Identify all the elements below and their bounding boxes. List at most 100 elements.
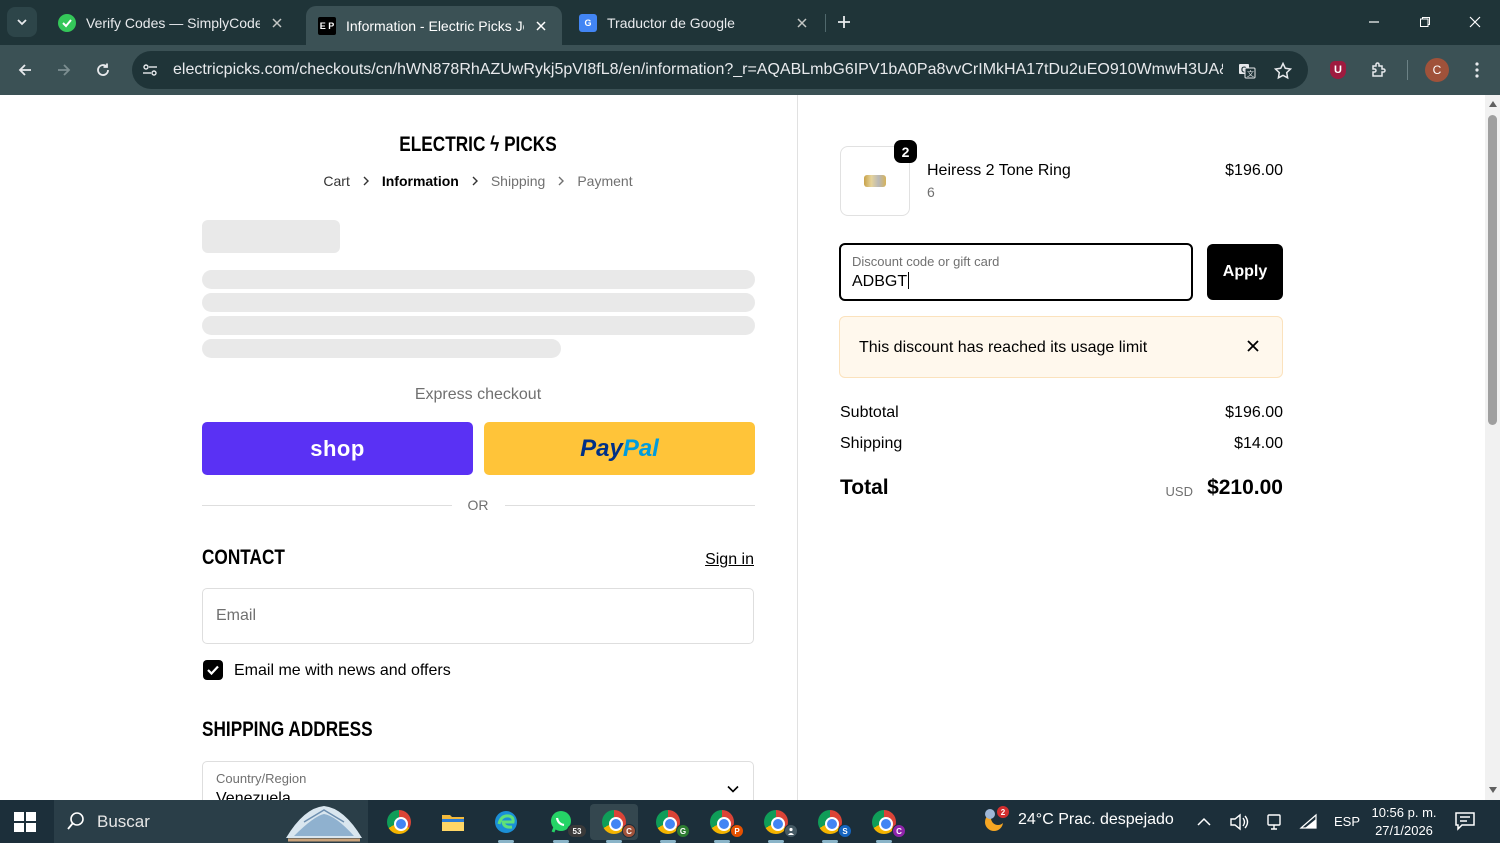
contact-heading: CONTACT [202, 546, 285, 569]
scrollbar-thumb[interactable] [1488, 115, 1497, 425]
restore-button[interactable] [1413, 10, 1437, 34]
profile-badge: P [730, 824, 744, 838]
plus-icon [838, 16, 850, 28]
toolbar-divider [1407, 60, 1408, 80]
forward-button[interactable] [51, 57, 77, 83]
whatsapp-unread-badge: 53 [567, 824, 587, 838]
breadcrumb-payment: Payment [577, 173, 633, 189]
profile-user-icon [784, 824, 798, 838]
breadcrumb-cart[interactable]: Cart [323, 173, 349, 189]
close-icon[interactable] [532, 17, 550, 35]
taskbar-whatsapp[interactable]: 53 [537, 804, 587, 843]
chevron-right-icon [471, 176, 479, 186]
discount-code-input[interactable]: Discount code or gift card ADBGT [839, 243, 1193, 301]
apply-label: Apply [1222, 263, 1268, 280]
search-placeholder: Buscar [97, 812, 150, 831]
windows-start-icon[interactable] [14, 812, 36, 832]
new-tab-button[interactable] [832, 10, 856, 34]
tab-search-button[interactable] [7, 7, 37, 37]
divider-line [505, 505, 755, 506]
taskbar-edge[interactable] [482, 804, 530, 843]
tab-electricpicks[interactable]: E P Information - Electric Picks Jewelry [306, 6, 562, 45]
loading-skeleton [202, 293, 755, 312]
chevron-right-icon [362, 176, 370, 186]
show-hidden-icons-chevron-up-icon[interactable] [1194, 812, 1214, 832]
tab-google-translate[interactable]: G Traductor de Google [567, 0, 823, 45]
chevron-down-icon [727, 780, 739, 798]
taskbar-chrome-profile-g[interactable]: G [644, 804, 692, 843]
ublock-extension-icon[interactable]: U [1325, 57, 1351, 83]
simplycodes-icon [58, 13, 76, 32]
breadcrumb-shipping: Shipping [490, 173, 546, 189]
breadcrumb: Cart Information Shipping Payment [202, 173, 754, 189]
tab-simplycodes[interactable]: Verify Codes — SimplyCodes [46, 0, 298, 45]
clock-date: 27/1/2026 [1375, 823, 1433, 838]
weather-alert-badge: 2 [996, 805, 1010, 819]
taskbar-chrome-profile-c[interactable]: C [590, 804, 638, 843]
close-window-button[interactable] [1463, 10, 1487, 34]
newsletter-label[interactable]: Email me with news and offers [234, 662, 451, 680]
page-scrollbar[interactable] [1485, 95, 1500, 800]
loading-skeleton [202, 339, 561, 358]
url-text[interactable]: electricpicks.com/checkouts/cn/hWN878RhA… [173, 61, 1223, 79]
sign-in-link[interactable]: Sign in [690, 551, 754, 569]
taskbar-chrome[interactable] [375, 804, 423, 840]
input-language[interactable]: ESP [1334, 814, 1360, 829]
clock-time: 10:56 p. m. [1371, 805, 1437, 820]
shipping-address-heading: SHIPPING ADDRESS [202, 718, 373, 741]
paypal-button[interactable]: Pay Pal [484, 422, 755, 475]
email-placeholder: Email [216, 607, 257, 624]
taskbar-chrome-profile-user[interactable] [752, 804, 800, 843]
address-bar[interactable]: electricpicks.com/checkouts/cn/hWN878RhA… [132, 51, 1308, 89]
close-icon[interactable] [793, 14, 811, 32]
discount-label: Discount code or gift card [852, 254, 1000, 269]
minimize-button[interactable] [1362, 10, 1386, 34]
svg-text:文: 文 [1247, 69, 1254, 78]
subtotal-label: Subtotal [840, 404, 899, 421]
ring-image [864, 175, 886, 187]
meet-now-icon[interactable] [1264, 812, 1284, 832]
newsletter-checkbox[interactable] [203, 660, 223, 680]
country-region-select[interactable]: Country/Region Venezuela [202, 761, 754, 800]
tab-separator [825, 14, 826, 32]
profile-badge: S [838, 824, 852, 838]
discount-error-notice: This discount has reached its usage limi… [839, 316, 1283, 378]
bookmark-star-icon[interactable] [1272, 60, 1294, 82]
search-icon [67, 812, 84, 830]
windows-taskbar: Buscar 53 C G P S C 2 24°C Prac. despeja… [0, 800, 1500, 843]
taskbar-clock[interactable]: 10:56 p. m. 27/1/2026 [1366, 804, 1442, 840]
scroll-down-icon[interactable] [1488, 785, 1497, 794]
profile-avatar[interactable]: C [1424, 57, 1450, 83]
taskbar-search[interactable]: Buscar [54, 800, 368, 843]
site-info-icon[interactable] [140, 60, 160, 80]
back-button[interactable] [12, 57, 38, 83]
taskbar-chrome-profile-p[interactable]: P [698, 804, 746, 843]
scroll-up-icon[interactable] [1488, 99, 1497, 108]
close-icon[interactable] [1244, 337, 1262, 355]
taskbar-chrome-profile-s[interactable]: S [806, 804, 854, 843]
tab-title: Verify Codes — SimplyCodes [86, 14, 260, 31]
taskbar-chrome-profile-c2[interactable]: C [860, 804, 908, 843]
taskbar-file-explorer[interactable] [429, 804, 477, 840]
reload-button[interactable] [90, 57, 116, 83]
notification-center-icon[interactable] [1454, 811, 1476, 836]
minimize-icon [1369, 21, 1379, 23]
weather-widget[interactable]: 2 24°C Prac. despejado [980, 805, 1174, 834]
search-highlight-image [286, 806, 362, 842]
translate-icon[interactable]: G文 [1236, 60, 1258, 82]
extensions-puzzle-icon[interactable] [1366, 57, 1392, 83]
country-value: Venezuela [216, 790, 291, 800]
apply-discount-button[interactable]: Apply [1207, 244, 1283, 300]
volume-icon[interactable] [1229, 812, 1249, 832]
email-field[interactable]: Email [202, 588, 754, 644]
folder-icon [442, 815, 464, 831]
store-logo[interactable]: ELECTRIC ϟ PICKS [252, 133, 705, 157]
shop-pay-button[interactable]: shop [202, 422, 473, 475]
browser-tab-bar: Verify Codes — SimplyCodes E P Informati… [0, 0, 1500, 45]
arrow-left-icon [18, 64, 31, 76]
close-icon [1469, 16, 1481, 28]
menu-kebab-icon[interactable] [1464, 57, 1490, 83]
product-price: $196.00 [1225, 162, 1283, 179]
wifi-icon[interactable] [1299, 812, 1319, 832]
close-icon[interactable] [268, 14, 286, 32]
